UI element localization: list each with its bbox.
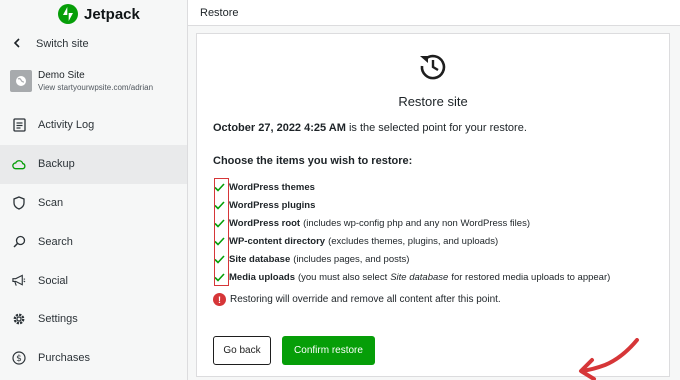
confirm-restore-button[interactable]: Confirm restore [282, 336, 375, 365]
site-url[interactable]: View startyourwpsite.com/adrian [38, 82, 153, 93]
sidebar-item-label: Activity Log [38, 119, 95, 132]
item-label: Media uploads [229, 271, 295, 283]
restore-history-icon [417, 50, 449, 82]
svg-text:$: $ [16, 354, 22, 364]
sidebar-item-social[interactable]: Social [0, 261, 187, 300]
restore-point-suffix: is the selected point for your restore. [348, 122, 527, 134]
restore-title: Restore site [398, 94, 468, 109]
choose-items-label: Choose the items you wish to restore: [213, 155, 413, 167]
switch-site-link[interactable]: Switch site [0, 28, 187, 60]
restore-card: Restore site October 27, 2022 4:25 AM is… [196, 33, 670, 380]
item-description-after: for restored media uploads to appear) [451, 271, 611, 283]
search-icon [12, 235, 26, 249]
warning-icon: ! [213, 293, 226, 306]
sidebar-item-backup[interactable]: Backup [0, 144, 187, 184]
item-label: WP-content directory [229, 235, 326, 247]
gear-icon [12, 312, 26, 326]
sidebar-item-label: Social [38, 274, 68, 287]
item-label: WordPress plugins [229, 199, 316, 211]
restore-item-root[interactable]: WordPress root (includes wp-config php a… [213, 214, 610, 232]
restore-warning: ! Restoring will override and remove all… [213, 293, 501, 306]
sidebar-item-scan[interactable]: Scan [0, 184, 187, 223]
site-selector[interactable]: Demo Site View startyourwpsite.com/adria… [0, 60, 187, 102]
sidebar-item-label: Backup [38, 158, 75, 171]
restore-point-text: October 27, 2022 4:25 AM is the selected… [213, 122, 527, 134]
switch-site-label: Switch site [36, 38, 89, 50]
sidebar-item-search[interactable]: Search [0, 222, 187, 261]
dollar-icon: $ [12, 351, 26, 365]
sidebar-nav: Activity Log Backup Scan Search Social S… [0, 106, 187, 378]
item-description: (excludes themes, plugins, and uploads) [328, 235, 499, 247]
site-name: Demo Site [38, 70, 85, 81]
item-description: (includes wp-config php and any non Word… [303, 217, 530, 229]
sidebar-item-label: Settings [38, 313, 78, 326]
restore-item-wp-content[interactable]: WP-content directory (excludes themes, p… [213, 232, 610, 250]
chevron-left-icon [12, 37, 22, 51]
restore-point-date: October 27, 2022 4:25 AM [213, 122, 346, 134]
activity-log-icon [12, 118, 26, 133]
annotation-arrow-icon [577, 338, 643, 380]
item-label: Site database [229, 253, 291, 265]
jetpack-logo[interactable]: Jetpack [0, 0, 187, 28]
megaphone-icon [12, 274, 26, 288]
sidebar: Jetpack Switch site Demo Site View start… [0, 0, 188, 380]
cloud-icon [12, 157, 26, 171]
sidebar-item-label: Purchases [38, 352, 90, 365]
restore-items-list: WordPress themes WordPress plugins WordP… [213, 178, 610, 286]
item-description: (includes pages, and posts) [293, 253, 410, 265]
sidebar-item-label: Search [38, 235, 73, 248]
shield-icon [12, 196, 26, 210]
sidebar-item-purchases[interactable]: $ Purchases [0, 339, 187, 378]
restore-item-media[interactable]: Media uploads (you must also select Site… [213, 268, 610, 286]
go-back-button[interactable]: Go back [213, 336, 271, 365]
brand-name: Jetpack [84, 5, 140, 23]
site-globe-icon [10, 70, 32, 92]
item-label: WordPress themes [229, 181, 315, 193]
item-description-before: (you must also select [297, 271, 388, 283]
jetpack-logo-icon [58, 4, 78, 24]
page-header: Restore [188, 0, 680, 26]
item-label: WordPress root [229, 217, 301, 229]
restore-item-themes[interactable]: WordPress themes [213, 178, 610, 196]
restore-item-plugins[interactable]: WordPress plugins [213, 196, 610, 214]
checkbox-highlight-annotation [214, 178, 229, 286]
restore-item-database[interactable]: Site database (includes pages, and posts… [213, 250, 610, 268]
page-title: Restore [200, 6, 239, 19]
sidebar-item-settings[interactable]: Settings [0, 300, 187, 339]
sidebar-item-label: Scan [38, 196, 64, 209]
warning-text: Restoring will override and remove all c… [230, 294, 501, 305]
sidebar-item-activity-log[interactable]: Activity Log [0, 106, 187, 145]
item-description-emphasis: Site database [390, 271, 449, 283]
